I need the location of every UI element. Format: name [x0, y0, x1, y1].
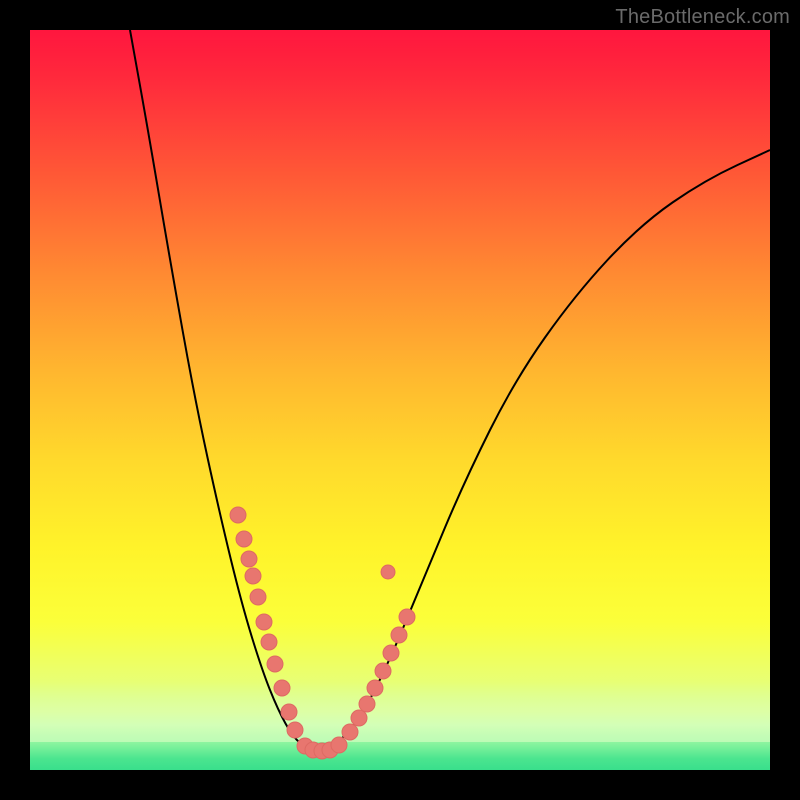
data-dot	[351, 710, 367, 726]
data-dot	[241, 551, 257, 567]
data-dots	[230, 507, 415, 759]
data-dot	[342, 724, 358, 740]
data-dot	[287, 722, 303, 738]
data-dot	[236, 531, 252, 547]
data-dot	[359, 696, 375, 712]
chart-svg	[30, 30, 770, 770]
curve-path	[130, 30, 770, 750]
data-dot	[281, 704, 297, 720]
data-dot	[267, 656, 283, 672]
watermark-text: TheBottleneck.com	[615, 6, 790, 29]
data-dot	[250, 589, 266, 605]
data-dot	[274, 680, 290, 696]
data-dot	[331, 737, 347, 753]
chart-plot-area	[30, 30, 770, 770]
bottleneck-curve	[130, 30, 770, 750]
data-dot	[245, 568, 261, 584]
data-dot	[375, 663, 391, 679]
data-dot	[383, 645, 399, 661]
data-dot	[261, 634, 277, 650]
data-dot	[256, 614, 272, 630]
data-dot	[391, 627, 407, 643]
data-dot	[381, 565, 395, 579]
data-dot	[230, 507, 246, 523]
data-dot	[399, 609, 415, 625]
data-dot	[367, 680, 383, 696]
